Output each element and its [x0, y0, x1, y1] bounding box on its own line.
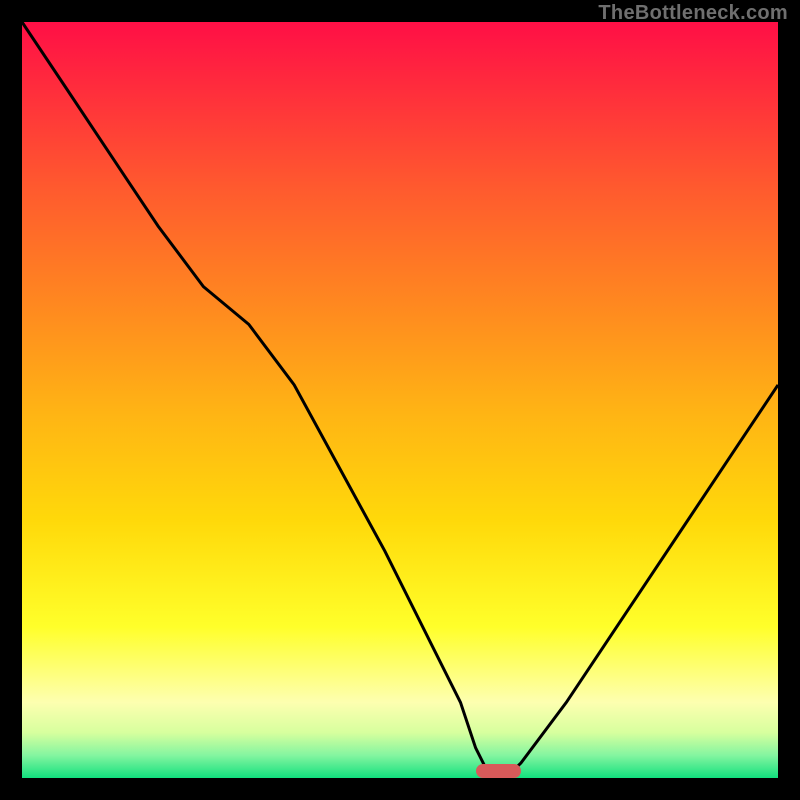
bottleneck-curve	[22, 22, 778, 778]
chart-frame: TheBottleneck.com	[0, 0, 800, 800]
optimum-marker	[476, 764, 521, 778]
curve-path	[22, 22, 778, 778]
watermark-text: TheBottleneck.com	[598, 2, 788, 25]
plot-area	[22, 22, 778, 778]
